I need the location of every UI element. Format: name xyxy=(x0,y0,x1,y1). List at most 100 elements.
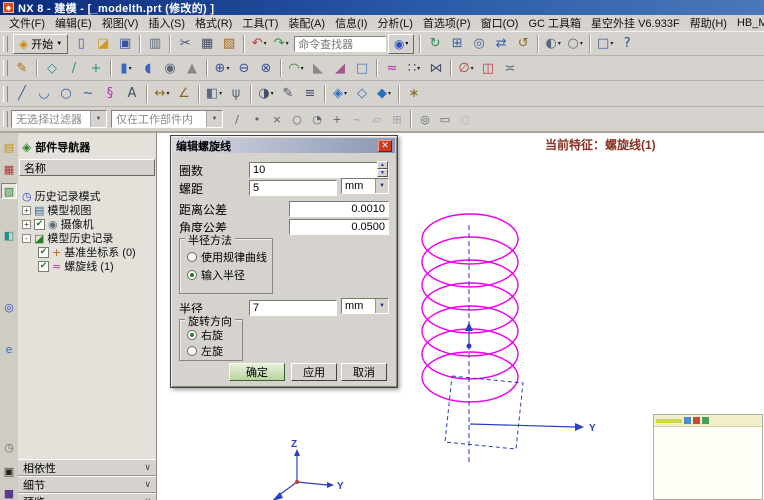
trim-body-icon[interactable]: ∅ ▾ xyxy=(456,58,476,78)
section-view-icon[interactable]: ◧ ▾ xyxy=(204,84,224,104)
command-finder-button[interactable]: ◉ ▾ xyxy=(388,33,415,54)
rotate-view-icon[interactable]: ↺ xyxy=(513,34,533,54)
command-finder-input[interactable]: 命令查找器 xyxy=(294,35,387,52)
selection-scope-combo[interactable]: 仅在工作部件内 ▼ xyxy=(111,110,223,128)
toolbar-grip[interactable] xyxy=(3,60,8,76)
menu-item-12[interactable]: 星空外挂 V6.933F xyxy=(586,14,685,32)
title-bar[interactable]: ◆ NX 8 - 建模 - [_modelth.prt (修改的) ] xyxy=(0,0,764,15)
undo-icon[interactable]: ↶ ▾ xyxy=(249,34,269,54)
arc-icon[interactable]: ◡ xyxy=(34,84,54,104)
show-hide-icon[interactable]: ◑ ▾ xyxy=(256,84,276,104)
radio-right-hand[interactable]: 右旋 xyxy=(187,327,223,343)
cut-icon[interactable]: ✂ xyxy=(175,34,195,54)
redo-icon[interactable]: ↷ ▾ xyxy=(271,34,291,54)
menu-item-9[interactable]: 首选项(P) xyxy=(418,14,476,32)
chevron-down-icon[interactable]: ▼ xyxy=(375,299,388,313)
menu-item-4[interactable]: 格式(R) xyxy=(190,14,237,32)
chevron-down-icon[interactable]: ▾ xyxy=(558,40,561,47)
chevron-down-icon[interactable]: ▾ xyxy=(344,90,347,97)
studio-spline-icon[interactable]: ~ xyxy=(78,84,98,104)
reuse-library-icon[interactable]: ◧ xyxy=(1,227,17,243)
unite-icon[interactable]: ⊕ ▾ xyxy=(212,58,232,78)
dialog-title-bar[interactable]: 编辑螺旋线 ✕ xyxy=(173,138,395,153)
tree-item-cameras[interactable]: + ✔ ◉ 摄像机 xyxy=(18,217,156,231)
circle-icon[interactable]: ○ xyxy=(56,84,76,104)
shaded-view-icon[interactable]: ◐ ▾ xyxy=(543,34,563,54)
apply-button[interactable]: 应用 xyxy=(291,363,337,381)
expand-icon[interactable]: + xyxy=(22,205,31,215)
point-icon[interactable]: + xyxy=(86,58,106,78)
toolbar-grip[interactable] xyxy=(3,35,8,52)
chevron-down-icon[interactable]: ▾ xyxy=(129,65,132,72)
chevron-down-icon[interactable]: ▾ xyxy=(471,65,474,72)
part-navigator-icon[interactable]: ▧ xyxy=(1,183,17,199)
web-browser-icon[interactable]: e xyxy=(1,341,17,357)
isometric-view-icon[interactable]: ◇ xyxy=(352,84,372,104)
close-icon[interactable]: ✕ xyxy=(378,139,392,152)
mini-toolbar-icon[interactable] xyxy=(693,417,700,424)
tree-item-model-history[interactable]: - ◪ 模型历史记录 xyxy=(18,231,156,245)
mini-toolbar-icon[interactable] xyxy=(684,417,691,424)
toolbar-grip[interactable] xyxy=(3,85,8,102)
checkbox-checked-icon[interactable]: ✔ xyxy=(38,260,49,272)
snap-point-on-face-icon[interactable]: ▱ xyxy=(368,110,386,128)
datum-plane[interactable] xyxy=(444,375,524,450)
spin-up-icon[interactable]: ▲ xyxy=(377,161,388,169)
assembly-navigator-icon[interactable]: ▤ xyxy=(1,139,17,155)
chevron-down-icon[interactable]: ∨ xyxy=(144,479,151,490)
tree-item-model-views[interactable]: + ▤ 模型视图 xyxy=(18,203,156,217)
snap-intersection-icon[interactable]: × xyxy=(268,110,286,128)
measure-distance-icon[interactable]: ↔ ▾ xyxy=(152,84,172,104)
radius-unit-dropdown[interactable]: mm ▼ xyxy=(341,298,389,314)
datum-plane-icon[interactable]: ◇ xyxy=(42,58,62,78)
paste-icon[interactable]: ▧ xyxy=(219,34,239,54)
fit-view-icon[interactable]: ⊞ xyxy=(447,34,467,54)
section-details[interactable]: 细节 ∨ xyxy=(18,476,156,493)
chevron-down-icon[interactable]: ∨ xyxy=(144,462,151,473)
chevron-down-icon[interactable]: ▾ xyxy=(417,65,420,72)
chevron-down-icon[interactable]: ▾ xyxy=(610,40,613,47)
save-icon[interactable]: ▣ xyxy=(115,34,135,54)
menu-item-0[interactable]: 文件(F) xyxy=(4,14,50,32)
helix-curve[interactable] xyxy=(421,213,519,403)
chamfer-icon[interactable]: ◣ xyxy=(308,58,328,78)
helix-icon[interactable]: § xyxy=(100,84,120,104)
checkbox-checked-icon[interactable]: ✔ xyxy=(34,218,45,230)
menu-item-8[interactable]: 分析(L) xyxy=(372,14,417,32)
tree-item-datum-csys[interactable]: ✔ + 基准坐标系 (0) xyxy=(18,245,156,259)
chevron-down-icon[interactable]: ▾ xyxy=(219,90,222,97)
snap-existing-point-icon[interactable]: + xyxy=(328,110,346,128)
subtract-icon[interactable]: ⊖ xyxy=(234,58,254,78)
menu-item-6[interactable]: 装配(A) xyxy=(283,14,330,32)
menu-item-13[interactable]: 帮助(H) xyxy=(685,14,732,32)
start-button[interactable]: ◈ 开始 ▼ xyxy=(13,33,69,54)
menu-item-11[interactable]: GC 工具箱 xyxy=(523,14,586,32)
render-style-icon[interactable]: ◆ ▾ xyxy=(374,84,394,104)
hole-icon[interactable]: ◉ xyxy=(160,58,180,78)
edit-object-display-icon[interactable]: ✎ xyxy=(278,84,298,104)
section-dependencies[interactable]: 相依性 ∨ xyxy=(18,459,156,476)
pitch-unit-dropdown[interactable]: mm ▼ xyxy=(341,178,389,194)
menu-item-3[interactable]: 插入(S) xyxy=(143,14,190,32)
open-folder-icon[interactable]: ◪ xyxy=(93,34,113,54)
tree-item-history-mode[interactable]: ◷ 历史记录模式 xyxy=(18,189,156,204)
turns-input[interactable] xyxy=(249,162,389,178)
revolve-icon[interactable]: ◖ xyxy=(138,58,158,78)
pitch-input[interactable] xyxy=(249,180,337,196)
layer-settings-icon[interactable]: ≡ xyxy=(300,84,320,104)
history-palette-icon[interactable]: ◷ xyxy=(1,439,17,455)
chevron-down-icon[interactable]: ▾ xyxy=(271,90,274,97)
angle-tolerance-input[interactable] xyxy=(289,219,389,235)
shell-icon[interactable]: □ xyxy=(352,58,372,78)
draft-icon[interactable]: ◢ xyxy=(330,58,350,78)
menu-item-7[interactable]: 信息(I) xyxy=(330,14,372,32)
selection-filter-combo[interactable]: 无选择过滤器 ▼ xyxy=(11,110,107,128)
y-axis-arrow[interactable]: Y xyxy=(469,423,596,434)
radio-left-hand[interactable]: 左旋 xyxy=(187,343,223,359)
chevron-down-icon[interactable]: ∨ xyxy=(144,496,151,500)
tree-item-helix[interactable]: ✔ ≈ 螺旋线 (1) xyxy=(18,259,156,273)
spin-down-icon[interactable]: ▼ xyxy=(377,169,388,177)
chevron-down-icon[interactable]: ▼ xyxy=(375,179,388,193)
magnify-icon[interactable]: ◎ xyxy=(416,110,434,128)
offset-surface-icon[interactable]: ≍ xyxy=(500,58,520,78)
